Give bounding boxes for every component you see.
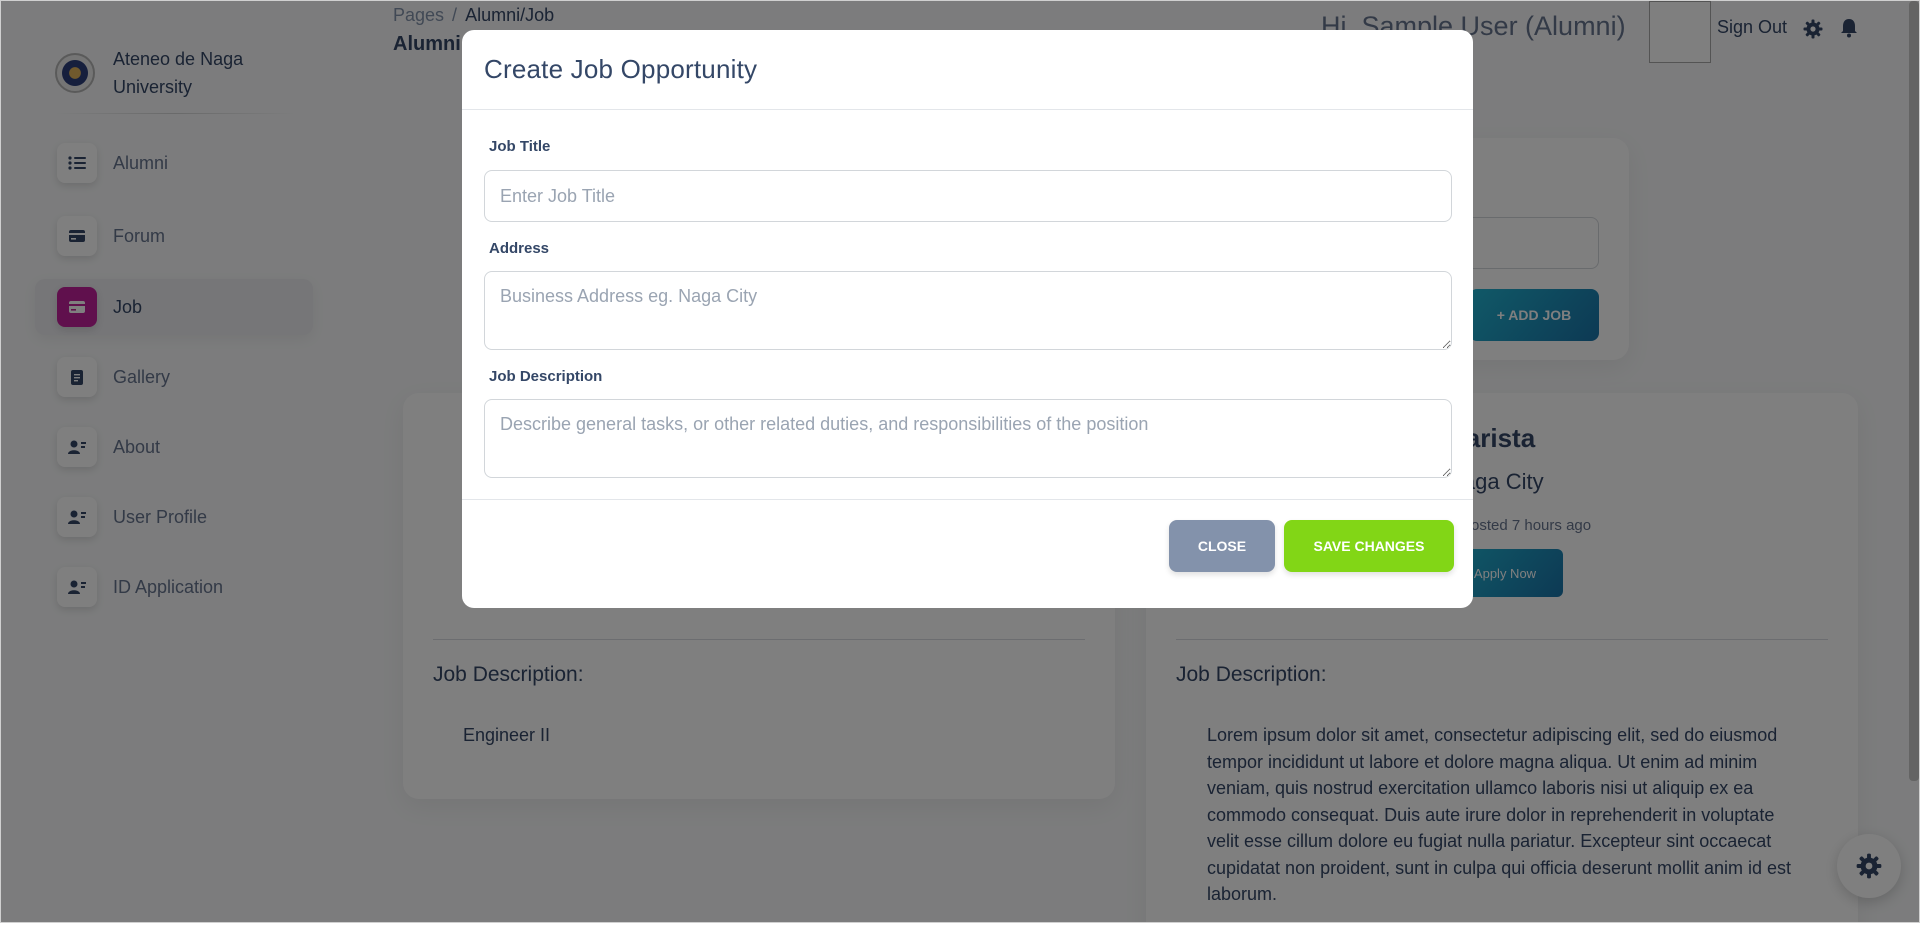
modal-header: Create Job Opportunity — [462, 30, 1473, 110]
app-window: Ateneo de Naga University Alumni Forum J… — [0, 0, 1920, 923]
address-label: Address — [489, 240, 550, 257]
address-textarea[interactable] — [484, 271, 1452, 350]
create-job-modal: Create Job Opportunity Job Title Address… — [462, 30, 1473, 608]
job-description-textarea[interactable] — [484, 399, 1452, 478]
save-changes-button[interactable]: SAVE CHANGES — [1284, 520, 1454, 572]
modal-title: Create Job Opportunity — [484, 54, 758, 84]
modal-footer: CLOSE SAVE CHANGES — [462, 499, 1473, 608]
job-description-field-label: Job Description — [489, 368, 603, 385]
close-button[interactable]: CLOSE — [1169, 520, 1275, 572]
job-title-input[interactable] — [484, 170, 1452, 222]
job-title-label: Job Title — [489, 138, 551, 155]
